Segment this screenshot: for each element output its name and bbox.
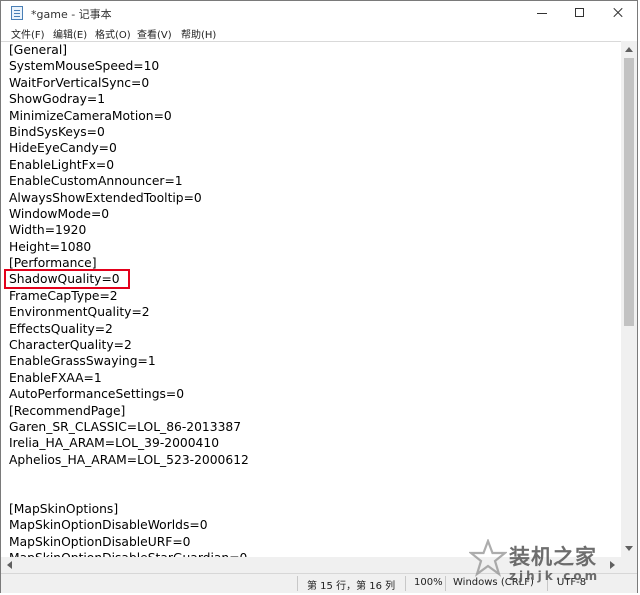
menu-edit[interactable]: 编辑(E): [53, 26, 87, 41]
text-line: EnableFXAA=1: [9, 370, 102, 385]
text-line: EffectsQuality=2: [9, 321, 113, 336]
text-line: MinimizeCameraMotion=0: [9, 108, 172, 123]
text-line: SystemMouseSpeed=10: [9, 59, 160, 74]
text-line: HideEyeCandy=0: [9, 141, 117, 156]
text-line: Width=1920: [9, 223, 87, 238]
menu-view[interactable]: 查看(V): [137, 26, 172, 41]
vertical-scrollbar[interactable]: [621, 41, 637, 557]
text-line: EnvironmentQuality=2: [9, 305, 150, 320]
line-ending: Windows (CRLF): [453, 577, 534, 588]
highlight-box: [4, 269, 130, 289]
editor-lines: [General] SystemMouseSpeed=10 WaitForVerti…: [9, 42, 249, 558]
window-title: *game - 记事本: [31, 8, 112, 21]
status-bar: 第 15 行，第 16 列 100% Windows (CRLF) UTF-8: [1, 573, 637, 593]
close-icon[interactable]: [601, 1, 635, 25]
notepad-window: *game - 记事本 文件(F) 编辑(E) 格式(O) 查看(V) 帮助(H…: [0, 0, 638, 593]
text-line: MapSkinOptionDisableWorlds=0: [9, 518, 208, 533]
text-line: Garen_SR_CLASSIC=LOL_86-2013387: [9, 419, 242, 434]
menu-format[interactable]: 格式(O): [95, 26, 131, 41]
text-line: BindSysKeys=0: [9, 124, 105, 139]
scroll-down-icon[interactable]: [625, 546, 633, 551]
minimize-icon[interactable]: [525, 1, 559, 25]
text-line: Aphelios_HA_ARAM=LOL_523-2000612: [9, 452, 249, 467]
scroll-up-icon[interactable]: [625, 47, 633, 52]
status-separator: [445, 576, 446, 591]
text-line: [MapSkinOptions]: [9, 501, 119, 516]
text-line: [RecommendPage]: [9, 403, 126, 418]
scroll-right-icon[interactable]: [610, 561, 615, 569]
horizontal-scrollbar[interactable]: [1, 557, 621, 573]
text-line: Irelia_HA_ARAM=LOL_39-2000410: [9, 436, 220, 451]
text-line: EnableCustomAnnouncer=1: [9, 174, 183, 189]
text-line: CharacterQuality=2: [9, 338, 132, 353]
menu-help[interactable]: 帮助(H): [181, 26, 216, 41]
scrollbar-corner: [621, 557, 637, 573]
scroll-left-icon[interactable]: [7, 561, 12, 569]
text-line: AlwaysShowExtendedTooltip=0: [9, 190, 202, 205]
text-line: WindowMode=0: [9, 206, 110, 221]
text-line: FrameCapType=2: [9, 288, 118, 303]
text-line: ShowGodray=1: [9, 92, 106, 107]
status-separator: [405, 576, 406, 591]
text-editor[interactable]: [General] SystemMouseSpeed=10 WaitForVerti…: [1, 41, 621, 558]
text-line: [9, 485, 249, 501]
title-bar[interactable]: *game - 记事本: [1, 1, 637, 25]
text-line: MapSkinOptionDisableURF=0: [9, 534, 191, 549]
text-line: [General]: [9, 43, 68, 57]
text-line: EnableLightFx=0: [9, 157, 115, 172]
text-line: AutoPerformanceSettings=0: [9, 387, 185, 402]
zoom-level: 100%: [414, 577, 443, 588]
menu-bar: 文件(F) 编辑(E) 格式(O) 查看(V) 帮助(H): [1, 25, 637, 41]
text-line: [9, 468, 249, 484]
menu-file[interactable]: 文件(F): [11, 26, 45, 41]
text-line: EnableGrassSwaying=1: [9, 354, 156, 369]
text-line: Height=1080: [9, 239, 92, 254]
notepad-icon: [11, 6, 23, 20]
cursor-position: 第 15 行，第 16 列: [307, 581, 396, 592]
status-separator: [297, 576, 298, 591]
text-line: WaitForVerticalSync=0: [9, 75, 150, 90]
charset: UTF-8: [557, 577, 587, 588]
maximize-icon[interactable]: [563, 1, 597, 25]
status-separator: [547, 576, 548, 591]
scrollbar-thumb[interactable]: [624, 58, 634, 326]
